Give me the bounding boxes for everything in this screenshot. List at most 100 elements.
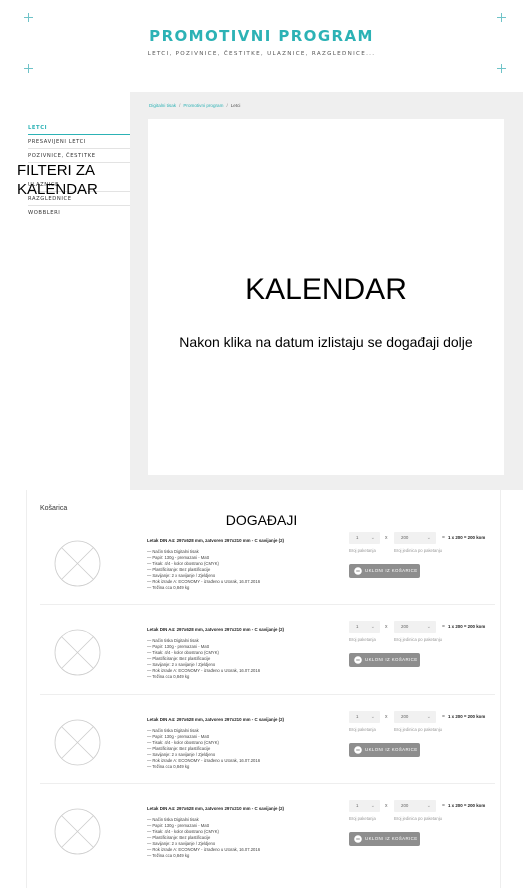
remove-button-label: UKLONI IZ KOŠARICE (365, 657, 418, 662)
remove-icon (354, 567, 362, 575)
sidebar-item-pozivnice[interactable]: POZIVNICE, ČESTITKE (28, 153, 96, 159)
units-select[interactable]: 200 ⌄ (394, 532, 436, 544)
cart-title: Košarica (40, 505, 68, 512)
units-select[interactable]: 200 ⌄ (394, 800, 436, 812)
cart-item: Letak DIN A4: 297x628 mm, zatvoren 297x2… (26, 614, 501, 704)
chevron-down-icon: ⌄ (426, 624, 431, 630)
product-detail-line: — Težina cca 0,849 kg (147, 853, 190, 858)
quantity-total: 1 x 200 = 200 kom (448, 714, 486, 719)
packages-label: Broj paketanja (349, 548, 376, 553)
breadcrumb: Digitalni tisak / Promotivni program / Letci (149, 103, 240, 108)
packages-value: 1 (356, 535, 359, 540)
product-details: — Način tiska Digitalni tisak — Papir: 13… (147, 549, 260, 591)
product-details: — Način tiska Digitalni tisak — Papir: 13… (147, 728, 260, 770)
packages-select[interactable]: 1 ⌄ (349, 621, 380, 633)
placeholder-image-icon (54, 719, 101, 766)
units-label: Broj jedinica po paketanju (394, 727, 442, 732)
plus-decor-icon (497, 13, 506, 22)
cart-item: Letak DIN A4: 297x628 mm, zatvoren 297x2… (26, 525, 501, 615)
brand-title[interactable]: PROMOTIVNI PROGRAM (0, 27, 523, 45)
breadcrumb-separator: / (179, 103, 181, 108)
sidebar-divider (28, 148, 130, 149)
quantity-total: 1 x 200 = 200 kom (448, 803, 486, 808)
units-select[interactable]: 200 ⌄ (394, 621, 436, 633)
breadcrumb-current: Letci (230, 103, 241, 108)
units-label: Broj jedinica po paketanju (394, 548, 442, 553)
sidebar-item-letci[interactable]: LETCI (28, 125, 47, 131)
equals-sign: = (442, 624, 445, 630)
breadcrumb-separator: / (226, 103, 228, 108)
product-title[interactable]: Letak DIN A4: 297x628 mm, zatvoren 297x2… (147, 806, 284, 811)
packages-label: Broj paketanja (349, 816, 376, 821)
remove-from-cart-button[interactable]: UKLONI IZ KOŠARICE (349, 564, 420, 578)
chevron-down-icon: ⌄ (370, 535, 375, 541)
product-detail-line: — Težina cca 0,849 kg (147, 674, 190, 679)
equals-sign: = (442, 535, 445, 541)
sidebar-item-wobbleri[interactable]: WOBBLERI (28, 210, 60, 216)
plus-decor-icon (497, 64, 506, 73)
units-value: 200 (401, 714, 409, 719)
remove-from-cart-button[interactable]: UKLONI IZ KOŠARICE (349, 653, 420, 667)
remove-button-label: UKLONI IZ KOŠARICE (365, 747, 418, 752)
remove-from-cart-button[interactable]: UKLONI IZ KOŠARICE (349, 743, 420, 757)
calendar-filters-label: FILTERI ZA KALENDAR (17, 162, 98, 198)
packages-value: 1 (356, 714, 359, 719)
plus-decor-icon (24, 64, 33, 73)
remove-button-label: UKLONI IZ KOŠARICE (365, 568, 418, 573)
calendar-subtitle: Nakon klika na datum izlistaju se događa… (179, 334, 473, 350)
cart-item: Letak DIN A4: 297x628 mm, zatvoren 297x2… (26, 704, 501, 794)
multiply-sign: x (385, 535, 388, 541)
product-detail-line: — Težina cca 0,849 kg (147, 764, 190, 769)
chevron-down-icon: ⌄ (426, 803, 431, 809)
remove-icon (354, 835, 362, 843)
packages-label: Broj paketanja (349, 727, 376, 732)
calendar-panel[interactable]: KALENDAR Nakon klika na datum izlistaju … (148, 119, 504, 475)
product-title[interactable]: Letak DIN A4: 297x628 mm, zatvoren 297x2… (147, 627, 284, 632)
packages-select[interactable]: 1 ⌄ (349, 532, 380, 544)
units-label: Broj jedinica po paketanju (394, 816, 442, 821)
placeholder-image-icon (54, 808, 101, 855)
item-divider (40, 694, 495, 695)
remove-icon (354, 656, 362, 664)
placeholder-image-icon (54, 629, 101, 676)
chevron-down-icon: ⌄ (370, 803, 375, 809)
chevron-down-icon: ⌄ (426, 714, 431, 720)
packages-label: Broj paketanja (349, 637, 376, 642)
remove-from-cart-button[interactable]: UKLONI IZ KOŠARICE (349, 832, 420, 846)
multiply-sign: x (385, 714, 388, 720)
packages-select[interactable]: 1 ⌄ (349, 711, 380, 723)
item-divider (40, 783, 495, 784)
product-title[interactable]: Letak DIN A4: 297x628 mm, zatvoren 297x2… (147, 717, 284, 722)
multiply-sign: x (385, 624, 388, 630)
remove-button-label: UKLONI IZ KOŠARICE (365, 836, 418, 841)
packages-select[interactable]: 1 ⌄ (349, 800, 380, 812)
units-value: 200 (401, 624, 409, 629)
sidebar (0, 92, 130, 490)
remove-icon (354, 746, 362, 754)
units-label: Broj jedinica po paketanju (394, 637, 442, 642)
sidebar-divider (28, 134, 130, 135)
quantity-total: 1 x 200 = 200 kom (448, 535, 486, 540)
product-details: — Način tiska Digitalni tisak — Papir: 13… (147, 638, 260, 680)
placeholder-image-icon (54, 540, 101, 587)
breadcrumb-link[interactable]: Digitalni tisak (149, 103, 176, 108)
multiply-sign: x (385, 803, 388, 809)
equals-sign: = (442, 714, 445, 720)
quantity-total: 1 x 200 = 200 kom (448, 624, 486, 629)
brand-tagline: LETCI, POZIVNICE, ČESTITKE, ULAZNICE, RA… (147, 51, 376, 57)
packages-value: 1 (356, 624, 359, 629)
packages-value: 1 (356, 803, 359, 808)
product-title[interactable]: Letak DIN A4: 297x628 mm, zatvoren 297x2… (147, 538, 284, 543)
chevron-down-icon: ⌄ (370, 624, 375, 630)
breadcrumb-link[interactable]: Promotivni program (183, 103, 223, 108)
product-detail-line: — Težina cca 0,849 kg (147, 585, 190, 590)
product-details: — Način tiska Digitalni tisak — Papir: 13… (147, 817, 260, 859)
cart-item: Letak DIN A4: 297x628 mm, zatvoren 297x2… (26, 793, 501, 883)
calendar-title: KALENDAR (245, 273, 407, 306)
units-select[interactable]: 200 ⌄ (394, 711, 436, 723)
chevron-down-icon: ⌄ (370, 714, 375, 720)
sidebar-divider (28, 205, 130, 206)
units-value: 200 (401, 803, 409, 808)
sidebar-item-presavijeni-letci[interactable]: PRESAVIJENI LETCI (28, 139, 86, 145)
equals-sign: = (442, 803, 445, 809)
